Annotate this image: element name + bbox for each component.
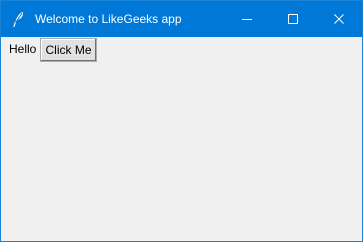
feather-icon: [10, 10, 26, 28]
close-icon: [334, 14, 344, 24]
hello-label: Hello: [9, 42, 37, 56]
window-content: Hello Click Me: [1, 37, 362, 241]
click-me-button[interactable]: Click Me: [40, 38, 97, 62]
app-window: Welcome to LikeGeeks app Hello Click Me: [0, 0, 363, 242]
minimize-button[interactable]: [224, 1, 270, 37]
maximize-button[interactable]: [270, 1, 316, 37]
title-bar[interactable]: Welcome to LikeGeeks app: [1, 1, 362, 37]
window-title: Welcome to LikeGeeks app: [35, 12, 182, 26]
close-button[interactable]: [316, 1, 362, 37]
minimize-icon: [242, 14, 252, 24]
maximize-icon: [288, 14, 298, 24]
